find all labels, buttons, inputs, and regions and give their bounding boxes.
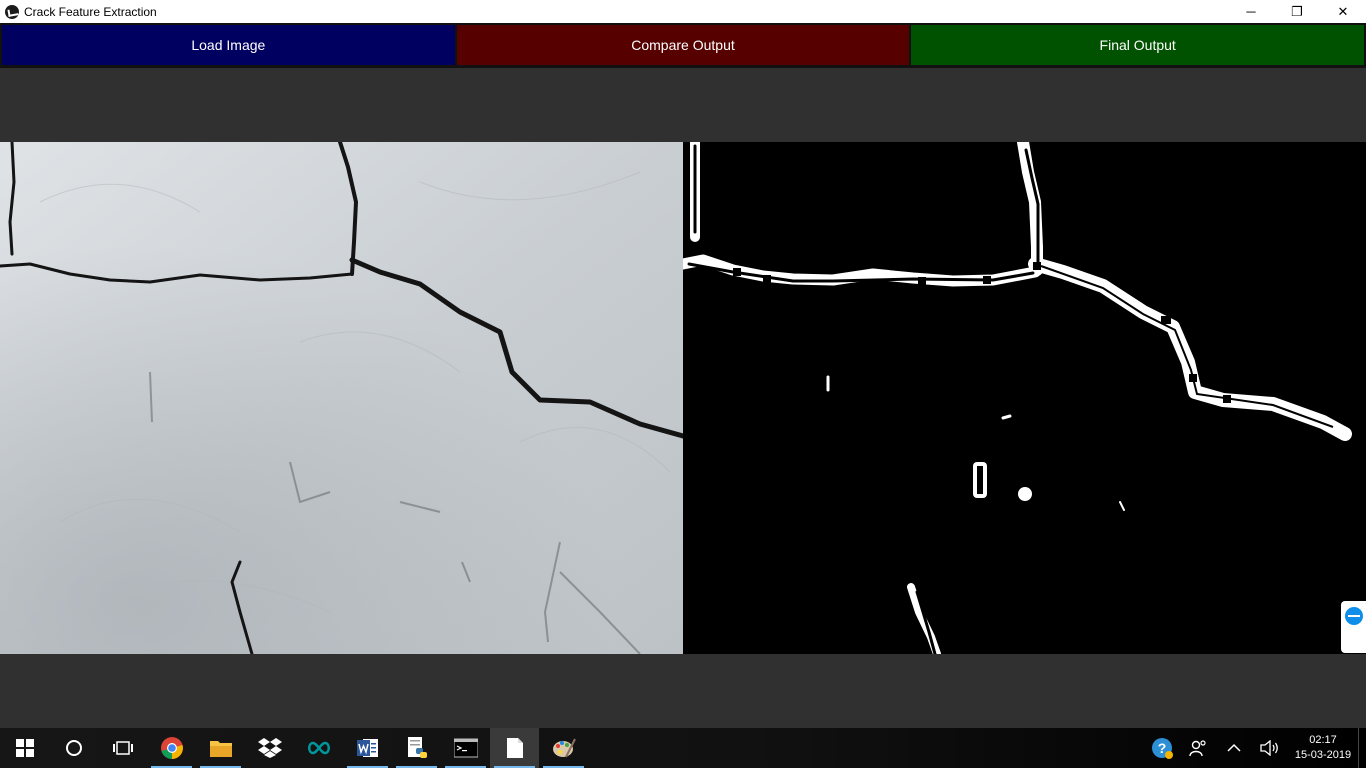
minimize-button[interactable]: ─ bbox=[1228, 0, 1274, 23]
app-icon bbox=[5, 4, 19, 19]
original-image-panel bbox=[0, 140, 686, 656]
window-title: Crack Feature Extraction bbox=[24, 4, 157, 19]
terminal-icon bbox=[453, 738, 478, 758]
clock-time: 02:17 bbox=[1309, 734, 1337, 746]
title-bar: Crack Feature Extraction ─ ❐ ✕ bbox=[0, 0, 1366, 23]
taskbar-arduino[interactable] bbox=[294, 728, 343, 768]
help-tray-button[interactable]: ? bbox=[1144, 728, 1180, 768]
help-question-icon: ? bbox=[1152, 738, 1173, 759]
action-toolbar: Load Image Compare Output Final Output bbox=[0, 23, 1366, 68]
compare-output-button[interactable]: Compare Output bbox=[456, 25, 910, 65]
original-crack-image bbox=[0, 140, 686, 656]
restore-button[interactable]: ❐ bbox=[1274, 0, 1320, 23]
document-icon bbox=[506, 738, 523, 758]
windows-taskbar: ? 02:17 15-03-2019 bbox=[0, 728, 1366, 768]
taskbar-python[interactable] bbox=[392, 728, 441, 768]
people-icon bbox=[1189, 740, 1206, 757]
taskbar-word[interactable] bbox=[343, 728, 392, 768]
teamviewer-side-tab[interactable] bbox=[1341, 601, 1366, 653]
binary-output-panel bbox=[677, 136, 1366, 658]
word-icon bbox=[356, 739, 378, 757]
task-view-button[interactable] bbox=[98, 728, 147, 768]
taskbar-document[interactable] bbox=[490, 728, 539, 768]
windows-icon bbox=[15, 739, 34, 757]
binary-crack-image bbox=[677, 136, 1366, 658]
clock[interactable]: 02:17 15-03-2019 bbox=[1288, 733, 1358, 763]
taskbar-paint[interactable] bbox=[539, 728, 588, 768]
paint-icon bbox=[552, 738, 576, 758]
teamviewer-icon bbox=[1344, 607, 1363, 625]
close-button[interactable]: ✕ bbox=[1320, 0, 1366, 23]
taskbar-command-prompt[interactable] bbox=[441, 728, 490, 768]
show-desktop-button[interactable] bbox=[1358, 728, 1366, 768]
task-view-icon bbox=[112, 741, 133, 755]
svg-text:?: ? bbox=[1158, 740, 1167, 756]
search-button[interactable] bbox=[49, 728, 98, 768]
window-controls: ─ ❐ ✕ bbox=[1228, 0, 1366, 23]
taskbar-chrome[interactable] bbox=[147, 728, 196, 768]
taskbar-file-explorer[interactable] bbox=[196, 728, 245, 768]
show-hidden-icons-button[interactable] bbox=[1216, 728, 1252, 768]
taskbar-dropbox[interactable] bbox=[245, 728, 294, 768]
folder-icon bbox=[209, 741, 232, 757]
dropbox-icon bbox=[257, 738, 282, 758]
chevron-up-icon bbox=[1227, 743, 1241, 752]
speaker-icon bbox=[1260, 740, 1278, 756]
chrome-icon bbox=[160, 737, 183, 759]
cortana-circle-icon bbox=[65, 740, 82, 756]
clock-date: 15-03-2019 bbox=[1294, 749, 1352, 761]
infinity-icon bbox=[307, 741, 330, 755]
start-button[interactable] bbox=[0, 728, 49, 768]
volume-tray-button[interactable] bbox=[1252, 728, 1288, 768]
system-tray: ? 02:17 15-03-2019 bbox=[1144, 728, 1366, 768]
people-tray-button[interactable] bbox=[1180, 728, 1216, 768]
load-image-button[interactable]: Load Image bbox=[2, 25, 455, 65]
python-icon bbox=[407, 737, 427, 758]
final-output-button[interactable]: Final Output bbox=[911, 25, 1365, 65]
